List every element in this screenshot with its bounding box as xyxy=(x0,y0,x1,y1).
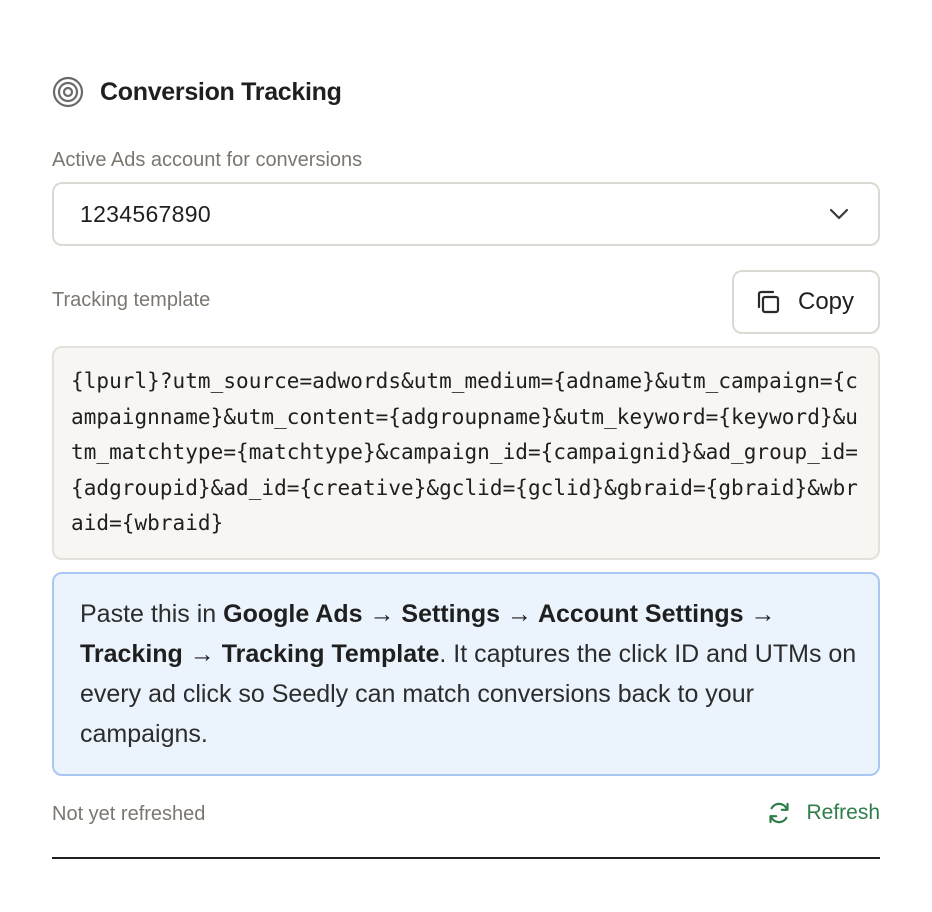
account-select[interactable]: 1234567890 xyxy=(52,182,880,246)
refresh-status: Not yet refreshed xyxy=(52,803,206,825)
refresh-button[interactable]: Refresh xyxy=(766,800,880,826)
info-callout-text: Paste this in Google Ads → Settings → Ac… xyxy=(80,594,860,754)
info-prefix: Paste this in xyxy=(80,600,224,628)
tracking-template-box[interactable]: {lpurl}?utm_source=adwords&utm_medium={a… xyxy=(52,346,880,560)
tracking-template-label: Tracking template xyxy=(52,289,211,311)
account-select-label: Active Ads account for conversions xyxy=(52,149,363,171)
refresh-icon xyxy=(769,802,790,824)
bottom-divider xyxy=(52,857,880,859)
info-callout: Paste this in Google Ads → Settings → Ac… xyxy=(52,572,880,776)
target-icon xyxy=(52,76,84,108)
refresh-button-label: Refresh xyxy=(806,801,880,824)
section-header: Conversion Tracking xyxy=(52,76,342,108)
chevron-down-icon xyxy=(829,208,849,220)
section-title: Conversion Tracking xyxy=(100,77,342,106)
tracking-template-code[interactable]: {lpurl}?utm_source=adwords&utm_medium={a… xyxy=(71,364,861,542)
account-select-value: 1234567890 xyxy=(80,200,211,227)
copy-icon xyxy=(757,290,780,314)
copy-button-label: Copy xyxy=(798,288,855,315)
copy-button[interactable]: Copy xyxy=(732,270,880,334)
